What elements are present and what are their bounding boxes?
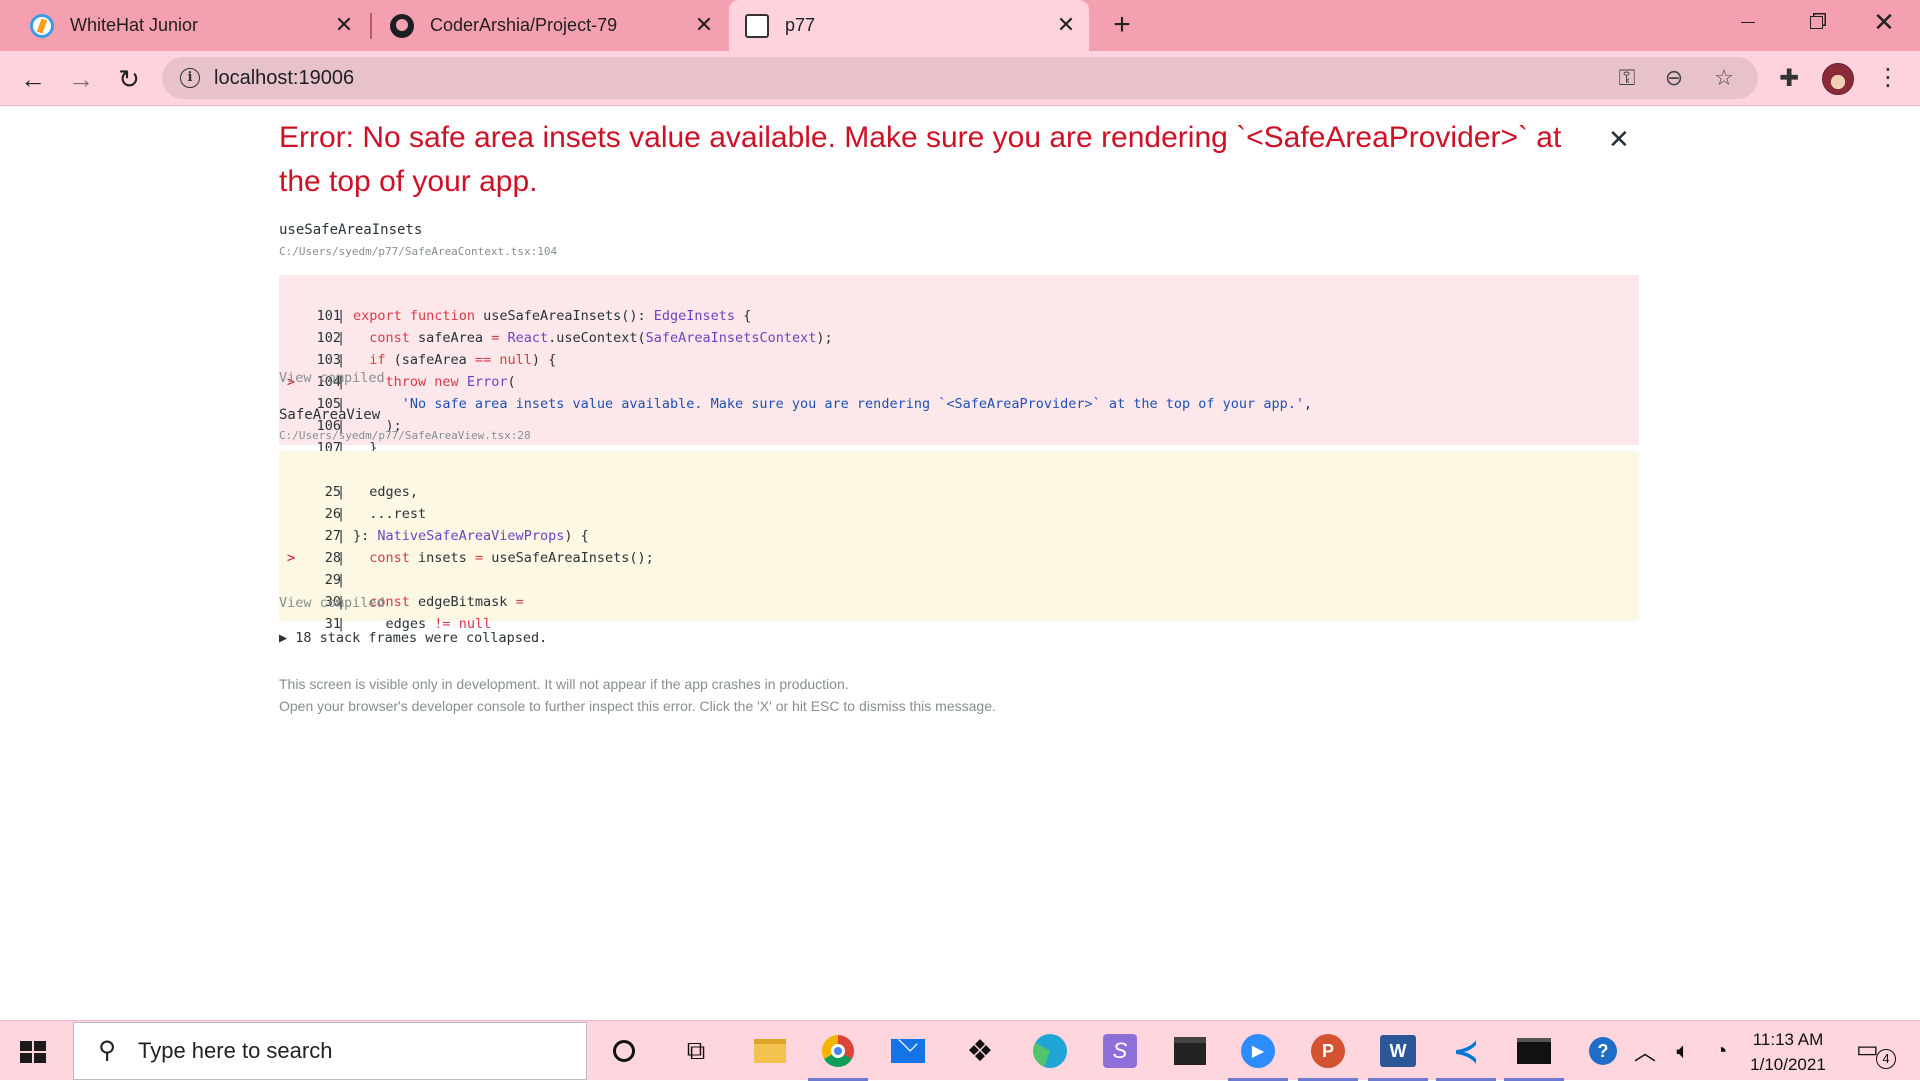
command-prompt-icon[interactable]: [1504, 1031, 1564, 1081]
minimize-icon: [1741, 21, 1755, 23]
notification-count-badge: 4: [1876, 1049, 1896, 1069]
site-info-icon[interactable]: i: [180, 68, 200, 88]
zoom-out-icon[interactable]: ⊖: [1661, 65, 1687, 90]
minimize-window-button[interactable]: [1718, 0, 1778, 44]
file-explorer-icon[interactable]: [750, 1031, 790, 1071]
code-line: 27 |}: NativeSafeAreaViewProps) {: [324, 528, 589, 544]
tab-whitehat-junior[interactable]: WhiteHat Junior ✕: [14, 0, 367, 51]
whitehat-favicon-icon: [30, 13, 54, 38]
code-line: 106 | );: [316, 418, 402, 434]
edge-browser-icon[interactable]: [1030, 1031, 1070, 1071]
new-tab-plus-icon[interactable]: +: [1106, 10, 1138, 42]
search-icon: ⚲: [98, 1037, 116, 1064]
browser-tab-bar: WhiteHat Junior ✕ CoderArshia/Project-79…: [0, 0, 1920, 51]
search-placeholder: Type here to search: [138, 1038, 333, 1063]
close-window-button[interactable]: ✕: [1854, 0, 1914, 44]
error-title: Error: No safe area insets value availab…: [279, 121, 1562, 198]
code-line: 29 |: [324, 572, 346, 588]
github-favicon-icon: [390, 13, 414, 38]
dev-notice: This screen is visible only in developme…: [279, 673, 996, 717]
clock-date: 1/10/2021: [1750, 1055, 1826, 1074]
code-line: 102 | const safeArea = React.useContext(S…: [316, 330, 833, 346]
bookmark-star-icon[interactable]: ☆: [1711, 65, 1737, 90]
tab-separator: [370, 13, 372, 39]
url-text[interactable]: localhost:19006: [214, 67, 354, 90]
dev-notice-line: This screen is visible only in developme…: [279, 676, 849, 692]
tab-p77-active[interactable]: p77 ✕: [729, 0, 1089, 51]
microsoft-store-icon[interactable]: [1170, 1031, 1210, 1071]
stack-frame-path[interactable]: C:/Users/syedm/p77/SafeAreaView.tsx:28: [279, 429, 531, 442]
code-line: 30 | const edgeBitmask =: [324, 594, 524, 610]
taskbar-search-box[interactable]: ⚲ Type here to search: [73, 1022, 587, 1080]
close-tab-icon[interactable]: ✕: [331, 12, 357, 38]
address-bar[interactable]: i localhost:19006 ⚿ ⊖ ☆: [162, 57, 1758, 99]
code-line: 105 | 'No safe area insets value availabl…: [316, 396, 1313, 412]
tab-title: CoderArshia/Project-79: [430, 15, 618, 35]
close-tab-icon[interactable]: ✕: [691, 12, 717, 38]
code-line-highlighted: >28 | const insets = useSafeAreaInsets();: [287, 550, 654, 566]
wifi-signal-icon[interactable]: ◔: [1706, 1031, 1736, 1071]
more-menu-icon[interactable]: ⋮: [1876, 63, 1900, 95]
powerpoint-icon[interactable]: P: [1298, 1031, 1358, 1081]
tab-title: WhiteHat Junior: [70, 15, 199, 35]
key-icon[interactable]: ⚿: [1614, 65, 1640, 90]
tab-title: p77: [785, 15, 816, 35]
cortana-circle-icon[interactable]: [604, 1031, 644, 1071]
windows-taskbar: ⚲ Type here to search ⧉ ❖ S ▶ P W ≺ ? ︿ …: [0, 1020, 1920, 1081]
view-compiled-link[interactable]: View compiled: [279, 370, 385, 386]
code-line: 103 | if (safeArea == null) {: [316, 352, 557, 368]
stack-frame-name: useSafeAreaInsets: [279, 222, 423, 238]
profile-avatar[interactable]: [1822, 63, 1854, 95]
close-tab-icon[interactable]: ✕: [1053, 12, 1079, 38]
stack-frame-path[interactable]: C:/Users/syedm/p77/SafeAreaContext.tsx:1…: [279, 245, 557, 258]
stack-frame-name: SafeAreaView: [279, 407, 381, 423]
volume-speaker-icon[interactable]: 🔈︎: [1668, 1031, 1698, 1071]
restore-window-button[interactable]: [1786, 0, 1846, 44]
code-line: 25 | edges,: [324, 484, 419, 500]
mail-icon[interactable]: [888, 1031, 928, 1071]
dismiss-error-close-icon[interactable]: ✕: [1608, 124, 1630, 155]
zoom-app-icon[interactable]: ▶: [1228, 1031, 1288, 1081]
shortcut-app-icon[interactable]: S: [1100, 1031, 1140, 1071]
extensions-puzzle-icon[interactable]: ✚: [1774, 64, 1804, 94]
windows-start-icon[interactable]: [20, 1041, 46, 1063]
code-line-highlighted: >104 | throw new Error(: [287, 374, 516, 390]
vscode-icon[interactable]: ≺: [1436, 1031, 1496, 1081]
system-clock[interactable]: 11:13 AM 1/10/2021: [1740, 1027, 1836, 1077]
code-line: 101 | export function useSafeAreaInsets():…: [316, 308, 752, 324]
chrome-icon[interactable]: [808, 1031, 868, 1081]
dropbox-icon[interactable]: ❖: [960, 1031, 1000, 1071]
expo-favicon-icon: [745, 13, 769, 38]
restore-icon: [1809, 15, 1823, 29]
task-view-icon[interactable]: ⧉: [676, 1031, 716, 1071]
back-arrow-icon[interactable]: ←: [16, 63, 50, 95]
help-question-icon[interactable]: ?: [1586, 1031, 1620, 1071]
collapsed-frames-text: 18 stack frames were collapsed.: [295, 630, 548, 646]
code-line: 26 | ...rest: [324, 506, 427, 522]
code-snippet-error: 101 | export function useSafeAreaInsets():…: [279, 275, 1639, 456]
expand-triangle-icon: ▶: [279, 630, 296, 646]
action-center-notification-icon[interactable]: ▭ 4: [1856, 1035, 1896, 1069]
error-overlay-page: Error: No safe area insets value availab…: [0, 106, 1920, 1020]
word-icon[interactable]: W: [1368, 1031, 1428, 1081]
code-line: 31 | edges != null: [324, 616, 492, 632]
browser-toolbar: ← → ↻ i localhost:19006 ⚿ ⊖ ☆ ✚ ⋮: [0, 51, 1920, 106]
code-snippet-context: 25 | edges, 26 | ...rest 27 |}: NativeSafeA…: [279, 451, 1639, 632]
dev-notice-line: Open your browser's developer console to…: [279, 698, 996, 714]
view-compiled-link[interactable]: View compiled: [279, 595, 385, 611]
clock-time: 11:13 AM: [1752, 1030, 1824, 1049]
collapsed-frames-toggle[interactable]: ▶ 18 stack frames were collapsed.: [279, 630, 547, 646]
tab-github-project[interactable]: CoderArshia/Project-79 ✕: [374, 0, 727, 51]
show-hidden-icons-chevron-icon[interactable]: ︿: [1630, 1031, 1660, 1071]
forward-arrow-icon[interactable]: →: [64, 63, 98, 95]
reload-icon[interactable]: ↻: [112, 63, 146, 95]
